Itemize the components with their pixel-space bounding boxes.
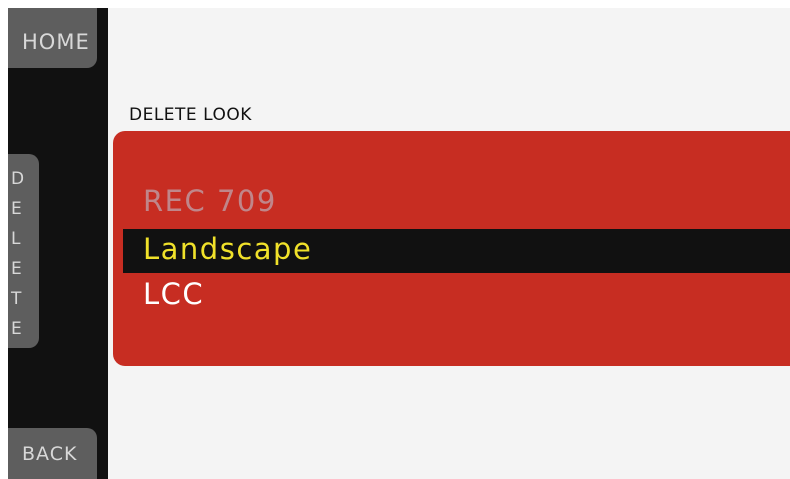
delete-button[interactable]: D E L E T E (8, 154, 39, 348)
list-item-rec-709: REC 709 (143, 184, 277, 218)
list-item-landscape[interactable]: Landscape (143, 235, 312, 264)
delete-letter: T (11, 289, 23, 309)
sidebar: HOME D E L E T E BACK (8, 8, 108, 479)
look-list: REC 709 Landscape LCC (113, 131, 790, 366)
back-button[interactable]: BACK (8, 428, 97, 479)
delete-letter: D (11, 169, 26, 189)
home-button-label: HOME (22, 30, 90, 54)
back-button-label: BACK (22, 443, 78, 465)
delete-letter: E (11, 319, 23, 339)
delete-letter: E (11, 259, 23, 279)
camera-menu-screen: HOME D E L E T E BACK DELETE LOOK REC 70… (8, 8, 790, 479)
page-title: DELETE LOOK (129, 105, 252, 125)
delete-letter: E (11, 199, 23, 219)
delete-letter: L (11, 229, 22, 249)
list-item-lcc[interactable]: LCC (143, 280, 204, 309)
home-button[interactable]: HOME (8, 8, 97, 68)
